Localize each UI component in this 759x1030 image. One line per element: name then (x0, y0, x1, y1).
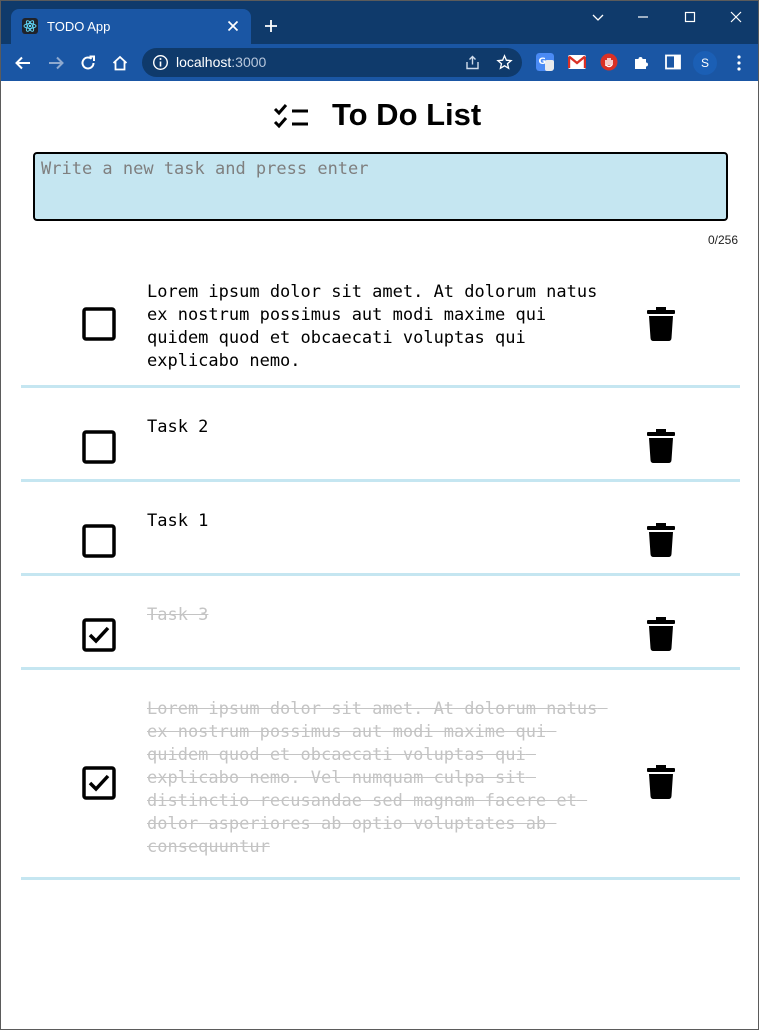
trash-icon[interactable] (647, 617, 675, 651)
url-host: localhost (176, 54, 232, 70)
task-text-completed: Task 3 (147, 605, 209, 625)
task-text: Task 2 (147, 417, 209, 437)
bookmark-star-icon[interactable] (496, 54, 513, 71)
block-hand-icon[interactable] (600, 53, 618, 71)
task-text: Task 1 (147, 511, 209, 531)
share-icon[interactable] (464, 54, 481, 71)
browser-tab[interactable]: TODO App (11, 9, 251, 44)
browser-menu-icon[interactable] (731, 54, 747, 72)
trash-icon[interactable] (647, 765, 675, 799)
app-header: To Do List (1, 97, 758, 137)
todo-app: To Do List 0/256 Lorem ipsum dolor sit a… (1, 81, 758, 1029)
close-window-icon[interactable] (728, 9, 744, 25)
task-list: Lorem ipsum dolor sit amet. At dolorum n… (21, 261, 740, 880)
task-text: Lorem ipsum dolor sit amet. At dolorum n… (147, 282, 608, 371)
new-tab-icon[interactable] (263, 18, 279, 34)
minimize-icon[interactable] (635, 9, 651, 25)
address-bar-url: localhost:3000 (176, 54, 266, 70)
close-tab-icon[interactable] (225, 18, 241, 34)
gmail-icon[interactable] (568, 53, 586, 71)
tab-search-chevron-icon[interactable] (590, 9, 606, 25)
browser-tab-bar: TODO App (1, 1, 758, 44)
side-panel-icon[interactable] (664, 53, 682, 71)
address-bar[interactable]: localhost:3000 (142, 48, 522, 77)
task-text-completed: Lorem ipsum dolor sit amet. At dolorum n… (147, 699, 608, 857)
checklist-icon (273, 104, 308, 129)
trash-icon[interactable] (647, 307, 675, 341)
svg-text:G: G (539, 57, 546, 67)
browser-toolbar: localhost:3000 G S (1, 44, 758, 81)
new-task-input[interactable] (33, 152, 728, 221)
browser-tab-title: TODO App (47, 19, 111, 34)
react-logo-icon (22, 18, 38, 34)
maximize-icon[interactable] (682, 9, 698, 25)
checkbox-checked-icon[interactable] (82, 766, 116, 800)
extensions-puzzle-icon[interactable] (632, 53, 650, 71)
task-row: Task 1 (21, 482, 740, 576)
google-translate-icon[interactable]: G (536, 53, 554, 71)
checkbox-empty-icon[interactable] (82, 307, 116, 341)
checkbox-empty-icon[interactable] (82, 524, 116, 558)
task-row: Lorem ipsum dolor sit amet. At dolorum n… (21, 261, 740, 388)
reload-icon[interactable] (79, 54, 97, 72)
char-counter: 0/256 (707, 233, 738, 247)
url-port: :3000 (231, 54, 267, 70)
trash-icon[interactable] (647, 429, 675, 463)
forward-arrow-icon[interactable] (47, 54, 65, 72)
profile-avatar[interactable]: S (693, 51, 717, 75)
page-title: To Do List (332, 97, 482, 132)
task-row: Task 2 (21, 388, 740, 482)
task-row: Lorem ipsum dolor sit amet. At dolorum n… (21, 670, 740, 880)
checkbox-empty-icon[interactable] (82, 430, 116, 464)
trash-icon[interactable] (647, 523, 675, 557)
back-arrow-icon[interactable] (14, 54, 32, 72)
task-row: Task 3 (21, 576, 740, 670)
home-icon[interactable] (111, 54, 129, 72)
site-info-icon[interactable] (152, 54, 169, 71)
checkbox-checked-icon[interactable] (82, 618, 116, 652)
